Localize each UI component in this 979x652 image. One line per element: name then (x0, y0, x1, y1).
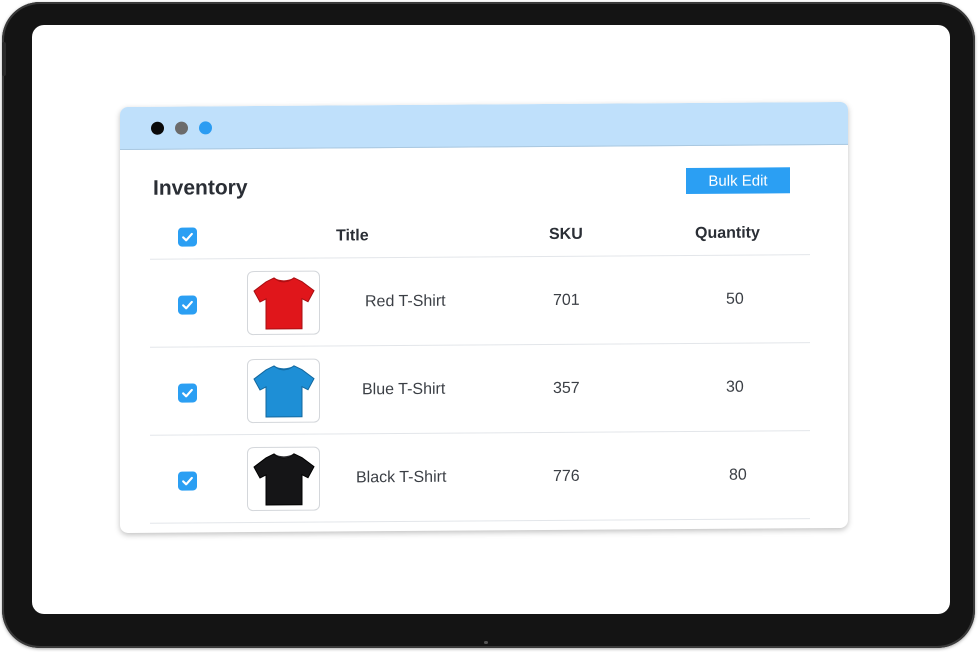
page-title: Inventory (153, 176, 248, 200)
product-title: Black T-Shirt (356, 468, 447, 487)
table-row[interactable]: Black T-Shirt 776 80 (150, 432, 810, 524)
checkmark-icon (182, 300, 193, 310)
select-all-checkbox[interactable] (178, 227, 197, 247)
column-header-title[interactable]: Title (336, 227, 369, 245)
table-header-row: Title SKU Quantity (150, 210, 810, 260)
product-thumbnail[interactable] (247, 446, 320, 512)
window-maximize-dot[interactable] (199, 121, 212, 135)
tablet-device: Inventory Bulk Edit Title SKU Quantity R… (2, 2, 975, 648)
product-title: Blue T-Shirt (362, 380, 446, 399)
product-thumbnail[interactable] (247, 270, 320, 336)
product-sku: 776 (553, 467, 580, 485)
product-quantity: 80 (729, 466, 747, 484)
product-sku: 357 (553, 379, 580, 397)
checkmark-icon (182, 476, 193, 486)
red-tshirt-image (252, 277, 315, 330)
product-thumbnail[interactable] (247, 358, 320, 424)
product-quantity: 30 (726, 378, 744, 396)
checkmark-icon (182, 232, 193, 242)
window-minimize-dot[interactable] (175, 121, 188, 135)
row-checkbox[interactable] (178, 471, 197, 491)
row-checkbox[interactable] (178, 295, 197, 315)
product-sku: 701 (553, 291, 580, 309)
tablet-side-button (2, 42, 6, 76)
window-titlebar (120, 101, 848, 150)
tablet-bottom-indicator (484, 641, 488, 644)
product-quantity: 50 (726, 290, 744, 308)
black-tshirt-image (252, 453, 315, 506)
product-title: Red T-Shirt (365, 292, 446, 311)
inventory-window: Inventory Bulk Edit Title SKU Quantity R… (120, 101, 848, 534)
table-row[interactable]: Blue T-Shirt 357 30 (150, 344, 810, 436)
table-row[interactable]: Red T-Shirt 701 50 (150, 256, 810, 348)
blue-tshirt-image (252, 365, 315, 418)
window-close-dot[interactable] (151, 121, 164, 135)
checkmark-icon (182, 388, 193, 398)
column-header-sku[interactable]: SKU (549, 226, 583, 244)
tablet-screen: Inventory Bulk Edit Title SKU Quantity R… (32, 25, 950, 614)
bulk-edit-button[interactable]: Bulk Edit (686, 167, 790, 195)
row-checkbox[interactable] (178, 383, 197, 403)
column-header-quantity[interactable]: Quantity (695, 225, 760, 243)
